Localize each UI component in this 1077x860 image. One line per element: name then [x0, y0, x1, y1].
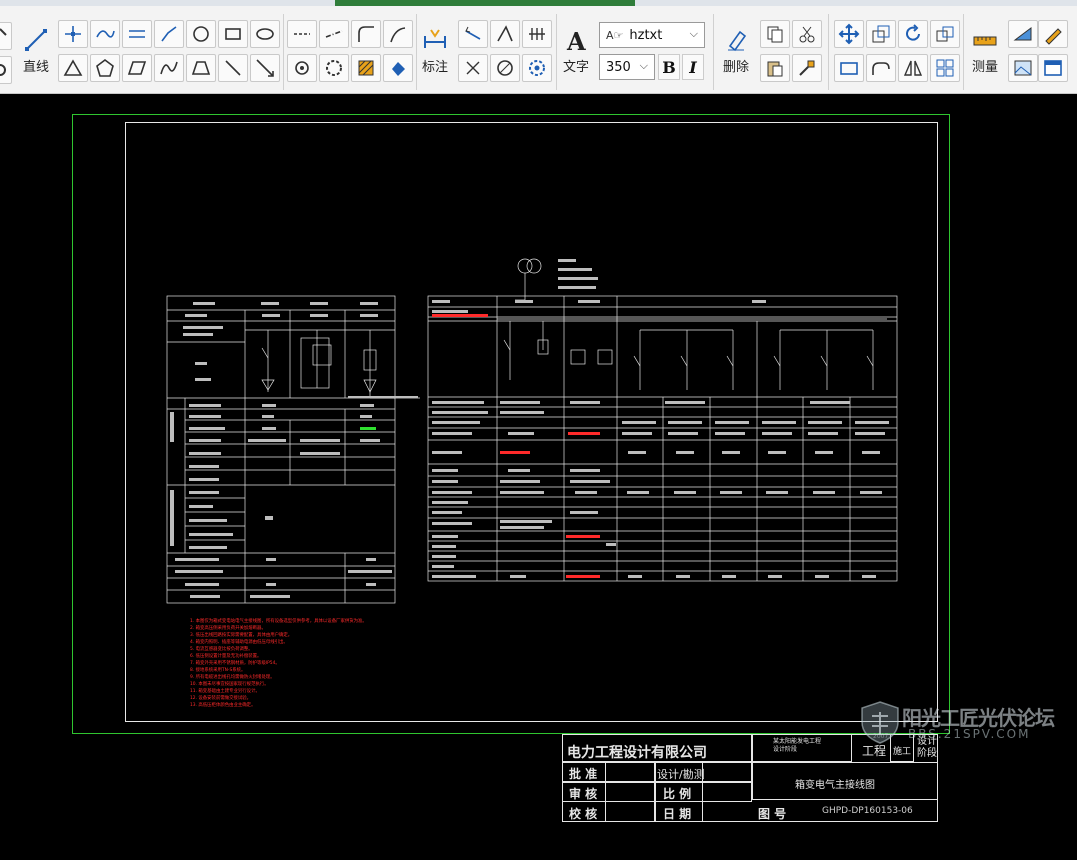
design-label: 设计/勘测 [657, 768, 705, 781]
note-line: 1. 本图仅为箱式变电站电气主接线图，所有设备选型仅供参考，具体以设备厂家供货为… [190, 619, 367, 624]
right-equipment-table [427, 258, 898, 582]
check-label: 校 核 [569, 807, 598, 821]
note-line: 10. 本图未尽事宜按国家现行规范执行。 [190, 682, 269, 687]
cad-application: 直线 标注 A 文字 A☞ hztxt ⌵ 350 ⌵ B I 删除 测量 1.… [0, 0, 1077, 860]
sign-col [605, 762, 655, 822]
note-line: 6. 低压侧设置计量及无功补偿装置。 [190, 654, 262, 659]
project-small: 某太阳能发电工程 设计阶段 [773, 738, 822, 753]
note-line: 11. 箱变基础由土建专业另行设计。 [190, 689, 260, 694]
date-label: 日 期 [663, 807, 692, 821]
note-line: 12. 设备安装前需做交接试验。 [190, 696, 252, 701]
forum-watermark: 阳光工匠光伏论坛 BBS.21SPV.COM 2007 [856, 700, 1077, 745]
note-line: 7. 箱变外壳采用不锈钢材质，防护等级IP54。 [190, 661, 280, 666]
watermark-url: BBS.21SPV.COM [908, 727, 1031, 741]
drawing-title: 箱变电气主接线图 [795, 780, 875, 791]
green-value [360, 427, 376, 430]
note-line: 2. 箱变高压侧采用负荷开关加熔断器。 [190, 626, 266, 631]
note-line: 8. 接地系统采用TN-S系统。 [190, 668, 246, 673]
approve-label: 批 准 [569, 767, 598, 781]
left-equipment-table [166, 295, 420, 604]
review-label: 审 核 [569, 787, 598, 801]
scale-label: 比 例 [663, 787, 692, 801]
company-name: 电力工程设计有限公司 [567, 745, 707, 761]
note-line: 3. 低压出线回路按实际需要配置，具体由用户确定。 [190, 633, 293, 638]
drawing-no: GHPD-DP160153-06 [822, 806, 913, 816]
note-line: 9. 所有电缆进出线孔均需做防火封堵处理。 [190, 675, 275, 680]
drawing-no-label: 图 号 [758, 807, 787, 821]
note-line: 13. 高低压柜体颜色由业主确定。 [190, 703, 256, 708]
red-values [432, 314, 600, 578]
note-line: 4. 箱变内照明、插座等辅助电源由低压母线引出。 [190, 640, 288, 645]
watermark-year: 2007 [873, 733, 889, 740]
stage-label: 施工 [893, 747, 912, 757]
note-line: 5. 电流互感器变比按负荷调整。 [190, 647, 253, 652]
